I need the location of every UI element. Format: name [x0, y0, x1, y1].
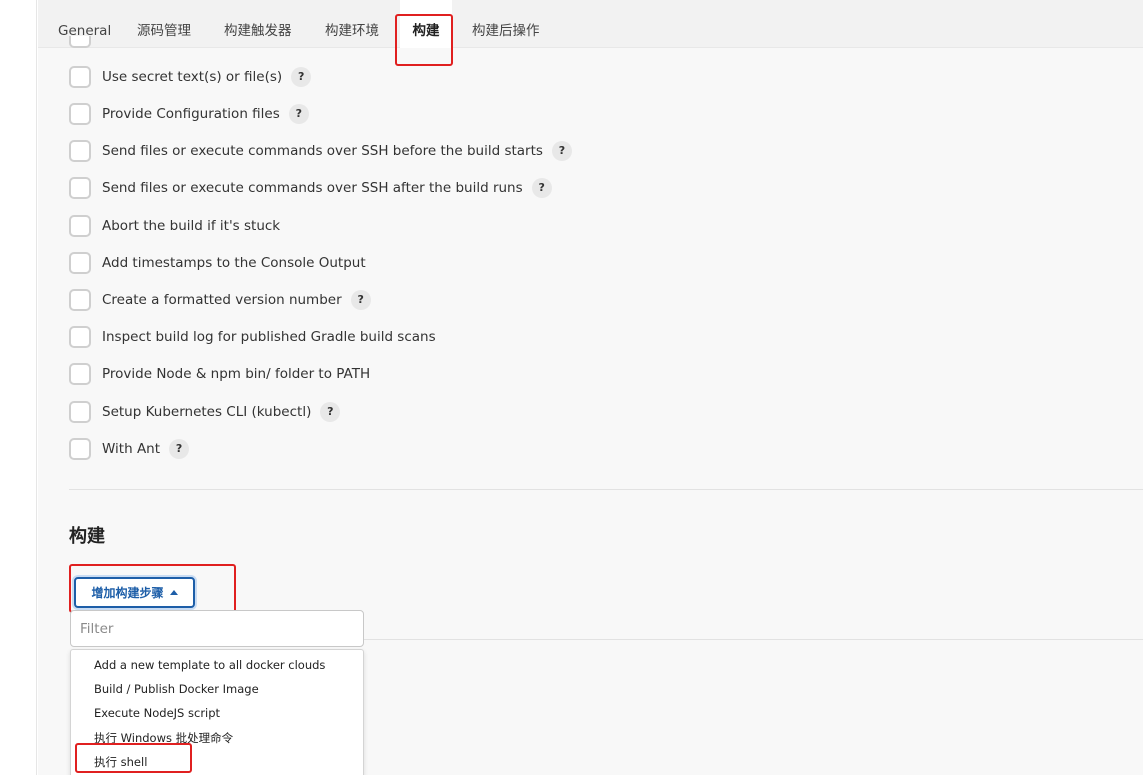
- filter-input[interactable]: [70, 610, 364, 647]
- option-label: Abort the build if it's stuck: [102, 218, 281, 234]
- checkbox[interactable]: [69, 326, 91, 348]
- help-icon[interactable]: ?: [291, 67, 312, 87]
- checkbox[interactable]: [69, 215, 91, 237]
- option-label: Use secret text(s) or file(s): [102, 69, 283, 85]
- option-config-files: Provide Configuration files ?: [69, 102, 309, 126]
- checkbox[interactable]: [69, 252, 91, 274]
- menu-item-windows-batch[interactable]: 执行 Windows 批处理命令: [94, 730, 233, 746]
- tab-post-build[interactable]: 构建后操作: [472, 0, 540, 48]
- tab-build-triggers[interactable]: 构建触发器: [224, 0, 292, 48]
- option-label: Provide Configuration files: [102, 106, 280, 122]
- option-ssh-before: Send files or execute commands over SSH …: [69, 139, 572, 163]
- option-version-number: Create a formatted version number ?: [69, 288, 371, 312]
- menu-item-docker-image[interactable]: Build / Publish Docker Image: [94, 682, 259, 696]
- checkbox[interactable]: [69, 103, 91, 125]
- option-node-npm: Provide Node & npm bin/ folder to PATH: [69, 362, 370, 386]
- option-timestamps: Add timestamps to the Console Output: [69, 251, 366, 275]
- build-section-title: 构建: [69, 526, 105, 547]
- option-label: Send files or execute commands over SSH …: [102, 143, 543, 159]
- config-tabbar: General 源码管理 构建触发器 构建环境 构建 构建后操作: [38, 0, 1143, 48]
- option-label: With Ant: [102, 441, 161, 457]
- checkbox-partial[interactable]: [69, 36, 91, 48]
- menu-item-nodejs[interactable]: Execute NodeJS script: [94, 706, 220, 720]
- checkbox[interactable]: [69, 177, 91, 199]
- option-abort-stuck: Abort the build if it's stuck: [69, 214, 280, 238]
- checkbox[interactable]: [69, 140, 91, 162]
- section-divider: [364, 639, 1143, 640]
- section-divider: [69, 489, 1143, 490]
- option-label: Setup Kubernetes CLI (kubectl): [102, 404, 312, 420]
- help-icon[interactable]: ?: [169, 439, 190, 459]
- option-label: Create a formatted version number: [102, 292, 342, 308]
- left-sidebar: [0, 0, 37, 775]
- tab-build[interactable]: 构建: [400, 0, 452, 48]
- add-build-step-button[interactable]: 增加构建步骤: [74, 577, 195, 608]
- checkbox[interactable]: [69, 289, 91, 311]
- help-icon[interactable]: ?: [320, 402, 341, 422]
- checkbox[interactable]: [69, 401, 91, 423]
- help-icon[interactable]: ?: [531, 178, 552, 198]
- help-icon[interactable]: ?: [288, 104, 309, 124]
- option-label: Inspect build log for published Gradle b…: [102, 329, 436, 345]
- build-step-menu: Add a new template to all docker clouds …: [70, 649, 364, 775]
- checkbox[interactable]: [69, 438, 91, 460]
- option-label: Send files or execute commands over SSH …: [102, 180, 523, 196]
- help-icon[interactable]: ?: [551, 141, 572, 161]
- option-label: Provide Node & npm bin/ folder to PATH: [102, 366, 371, 382]
- help-icon[interactable]: ?: [350, 290, 371, 310]
- option-secret-text: Use secret text(s) or file(s) ?: [69, 65, 312, 89]
- config-main: General 源码管理 构建触发器 构建环境 构建 构建后操作 Use sec…: [38, 0, 1143, 775]
- option-kubectl: Setup Kubernetes CLI (kubectl) ?: [69, 400, 341, 424]
- checkbox[interactable]: [69, 66, 91, 88]
- tab-build-environment[interactable]: 构建环境: [325, 0, 379, 48]
- menu-item-docker-template[interactable]: Add a new template to all docker clouds: [94, 658, 325, 672]
- option-ssh-after: Send files or execute commands over SSH …: [69, 176, 552, 200]
- option-label: Add timestamps to the Console Output: [102, 255, 366, 271]
- tab-source-control[interactable]: 源码管理: [137, 0, 191, 48]
- menu-item-execute-shell[interactable]: 执行 shell: [94, 754, 147, 770]
- add-build-step-label: 增加构建步骤: [91, 586, 164, 600]
- option-gradle-scans: Inspect build log for published Gradle b…: [69, 325, 436, 349]
- caret-up-icon: [169, 590, 178, 595]
- checkbox[interactable]: [69, 363, 91, 385]
- option-with-ant: With Ant ?: [69, 437, 190, 461]
